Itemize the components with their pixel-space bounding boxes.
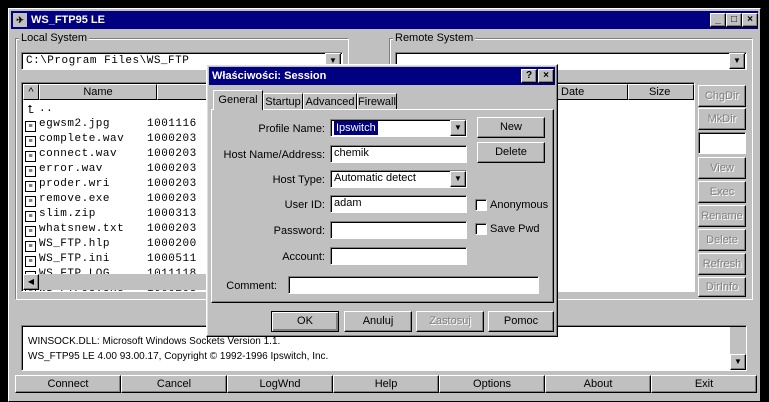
comment-field[interactable] [288,276,539,294]
local-path-text: C:\Program Files\WS_FTP [26,55,190,67]
desktop-fragment [0,0,8,402]
host-name-label: Host Name/Address: [223,149,325,161]
dialog-title: Właściwości: Session [212,70,327,82]
options-button[interactable]: Options [439,375,545,393]
local-system-label: Local System [19,32,90,44]
comment-label: Comment: [226,280,277,292]
minimize-button[interactable]: _ [710,13,726,27]
logwnd-button[interactable]: LogWnd [227,375,333,393]
dialog-title-bar: Właściwości: Session ? × [209,67,555,85]
dialog-close-button[interactable]: × [538,69,554,83]
scroll-left-icon[interactable]: ◀ [23,274,39,290]
remote-filter-box[interactable] [698,132,746,154]
session-properties-dialog: Właściwości: Session ? × General Startup… [206,64,558,337]
name-column-header[interactable]: Name [39,84,157,100]
tab-general[interactable]: General [213,90,263,110]
anonymous-label: Anonymous [490,199,549,211]
main-title: WS_FTP95 LE [31,14,105,26]
new-profile-button[interactable]: New [477,117,545,138]
remote-size-column-header[interactable]: Size [628,84,694,100]
host-name-field[interactable]: chemik [330,145,467,163]
help-question-button[interactable]: ? [521,69,537,83]
chevron-down-icon[interactable]: ▼ [729,53,745,69]
tab-startup[interactable]: Startup [263,93,303,109]
chgdir-button[interactable]: ChgDir [698,85,746,107]
maximize-button[interactable]: □ [726,13,742,27]
scroll-down-icon[interactable]: ▼ [730,354,746,370]
ok-button[interactable]: OK [271,311,339,332]
up-column-header[interactable]: ^ [23,84,39,100]
exit-button[interactable]: Exit [651,375,757,393]
mkdir-button[interactable]: MkDir [698,108,746,130]
profile-name-label: Profile Name: [258,123,325,135]
help-button[interactable]: Help [333,375,439,393]
anonymous-checkbox[interactable] [475,199,487,211]
save-pwd-checkbox[interactable] [475,223,487,235]
host-type-label: Host Type: [272,174,325,186]
dirinfo-button[interactable]: DirInfo [698,277,746,297]
cancel-main-button[interactable]: Cancel [121,375,227,393]
exec-button[interactable]: Exec [698,181,746,203]
main-title-bar: ✈ WS_FTP95 LE _ □ × [11,11,758,29]
apply-button[interactable]: Zastosuj [416,311,484,332]
chevron-down-icon[interactable]: ▼ [450,120,466,136]
account-label: Account: [282,251,325,263]
save-pwd-label: Save Pwd [490,223,540,235]
user-id-field[interactable]: adam [330,195,467,213]
close-button[interactable]: × [742,13,758,27]
cancel-button[interactable]: Anuluj [344,311,412,332]
connect-button[interactable]: Connect [15,375,121,393]
tab-firewall[interactable]: Firewall [357,93,397,109]
remote-date-column-header[interactable]: Date [556,84,628,100]
refresh-button[interactable]: Refresh [698,253,746,275]
host-type-select[interactable]: Automatic detect ▼ [330,170,467,188]
remote-system-label: Remote System [393,32,476,44]
rename-button[interactable]: Rename [698,205,746,227]
about-button[interactable]: About [545,375,651,393]
chevron-down-icon[interactable]: ▼ [450,171,466,187]
log-line: WS_FTP95 LE 4.00 93.00.17, Copyright © 1… [28,351,329,362]
log-line: WINSOCK.DLL: Microsoft Windows Sockets V… [28,336,281,347]
app-icon: ✈ [13,13,27,27]
account-field[interactable] [330,247,467,265]
password-label: Password: [273,225,325,237]
profile-name-value: Ipswitch [334,121,378,135]
delete-profile-button[interactable]: Delete [477,142,545,163]
delete-remote-button[interactable]: Delete [698,229,746,251]
dialog-help-button[interactable]: Pomoc [488,311,554,332]
view-button[interactable]: View [698,157,746,179]
tab-advanced[interactable]: Advanced [303,93,357,109]
log-vertical-scrollbar[interactable]: ▼ [730,327,746,370]
password-field[interactable] [330,221,467,239]
user-id-label: User ID: [284,199,325,211]
profile-name-combo[interactable]: Ipswitch ▼ [330,119,467,137]
